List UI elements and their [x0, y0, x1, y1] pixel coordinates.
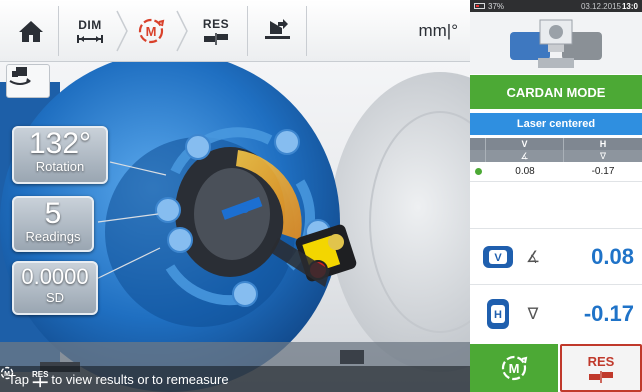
dimension-arrow-icon [77, 34, 103, 43]
hint-res-icon: RES ━╋━ [32, 371, 48, 387]
h-badge-text: H [494, 309, 502, 321]
instruction-hint: Tap RES ━╋━ to view results or M to reme… [0, 366, 470, 392]
sd-value: 0.0000 [21, 264, 89, 289]
v-badge-text: V [494, 252, 502, 264]
table-subheader-spacer [470, 150, 486, 162]
table-header-h: H [599, 139, 607, 149]
laser-status-bar: Laser centered [470, 113, 642, 135]
machine-thumbnail [510, 19, 602, 68]
remeasure-button[interactable]: M [470, 344, 558, 392]
cardan-mode-label: CARDAN MODE [506, 84, 606, 100]
battery-icon [474, 3, 485, 9]
view-rotate-button[interactable] [6, 64, 50, 98]
panel-divider [470, 284, 642, 285]
vertical-angle-symbol: ∡ [525, 249, 541, 266]
home-button[interactable] [10, 0, 52, 62]
readings-table: V H ∡ ∇ 0.08 -0.17 [470, 138, 642, 182]
horizontal-result[interactable]: H ∇ -0.17 [470, 288, 642, 340]
toolbar-divider [306, 6, 307, 56]
panel-divider [470, 228, 642, 229]
right-machine [330, 72, 470, 372]
svg-text:M: M [509, 361, 520, 376]
measure-m-icon: M [501, 355, 528, 381]
results-nav-button[interactable]: RES [560, 344, 642, 392]
coupling-result-icon [589, 370, 613, 383]
row-v-value: 0.08 [515, 166, 535, 177]
sd-stat: 0.0000 SD [12, 261, 98, 315]
vertical-coupling-icon: V [483, 246, 513, 268]
home-icon [19, 21, 43, 42]
results-button[interactable]: RES [190, 0, 242, 62]
toolbar-divider [58, 6, 59, 56]
rotation-stat: 132° Rotation [12, 126, 108, 184]
status-date: 03.12.2015 [580, 1, 621, 11]
sd-label: SD [45, 290, 65, 305]
measure-m-icon: M [138, 18, 165, 44]
machine-preview[interactable] [470, 12, 642, 74]
horizontal-angle-icon: ∇ [599, 150, 607, 161]
hint-text-end: to remeasure [151, 371, 229, 387]
cardan-mode-button[interactable]: CARDAN MODE [470, 75, 642, 109]
units-label: mm|° [418, 21, 458, 40]
toolbar-divider [247, 6, 248, 56]
dim-button[interactable]: DIM [64, 0, 116, 62]
measure-button[interactable]: M [128, 0, 174, 62]
horizontal-angle-symbol: ∇ [527, 306, 539, 323]
table-header-v: V [486, 138, 564, 150]
battery-level: 37% [488, 1, 505, 11]
top-toolbar: DIM M RES mm|° [0, 0, 470, 62]
vertical-angle-icon: ∡ [486, 150, 564, 162]
svg-text:M: M [4, 371, 10, 378]
rotation-label: Rotation [35, 159, 85, 174]
table-row[interactable]: 0.08 -0.17 [470, 162, 642, 182]
horizontal-value: -0.17 [583, 301, 634, 326]
results-nav-label: RES [587, 353, 615, 369]
horizontal-coupling-icon: H [487, 299, 509, 329]
row-h-value: -0.17 [591, 166, 615, 177]
status-bar: 37% 03.12.2015 13:0 [470, 0, 642, 12]
machine-move-button[interactable] [254, 0, 300, 62]
svg-text:M: M [146, 24, 157, 39]
chevron-right-icon [116, 10, 128, 52]
vertical-result[interactable]: V ∡ 0.08 [470, 231, 642, 283]
readings-value: 5 [44, 197, 62, 230]
hint-measure-icon: M [0, 366, 14, 380]
chevron-right-icon [176, 10, 188, 52]
ok-status-icon [470, 162, 486, 181]
readings-stat: 5 Readings [12, 196, 94, 252]
laser-status-text: Laser centered [516, 118, 596, 130]
machine-3d-view[interactable]: 132° Rotation 5 Readings 0.0000 SD Tap R… [0, 62, 470, 392]
rotation-value: 132° [28, 127, 92, 160]
coupling-result-icon [204, 32, 228, 45]
hint-coupling-glyph: ━╋━ [32, 378, 48, 387]
dim-label: DIM [78, 17, 102, 32]
rotate-view-icon [9, 67, 31, 85]
readings-label: Readings [25, 229, 81, 244]
hint-text-middle: to view results or [51, 371, 149, 387]
horizontal-badge: H [478, 294, 518, 334]
units-toggle[interactable]: mm|° [418, 0, 458, 62]
vertical-badge: V [478, 237, 518, 277]
res-label: RES [202, 16, 230, 31]
vertical-value: 0.08 [591, 244, 634, 269]
status-time: 13:0 [621, 1, 638, 11]
results-panel: 37% 03.12.2015 13:0 CARDAN MODE Laser ce… [470, 0, 642, 392]
machine-move-icon [265, 19, 290, 39]
table-header-spacer [470, 138, 486, 150]
table-header: V H [470, 138, 642, 150]
table-subheader: ∡ ∇ [470, 150, 642, 162]
